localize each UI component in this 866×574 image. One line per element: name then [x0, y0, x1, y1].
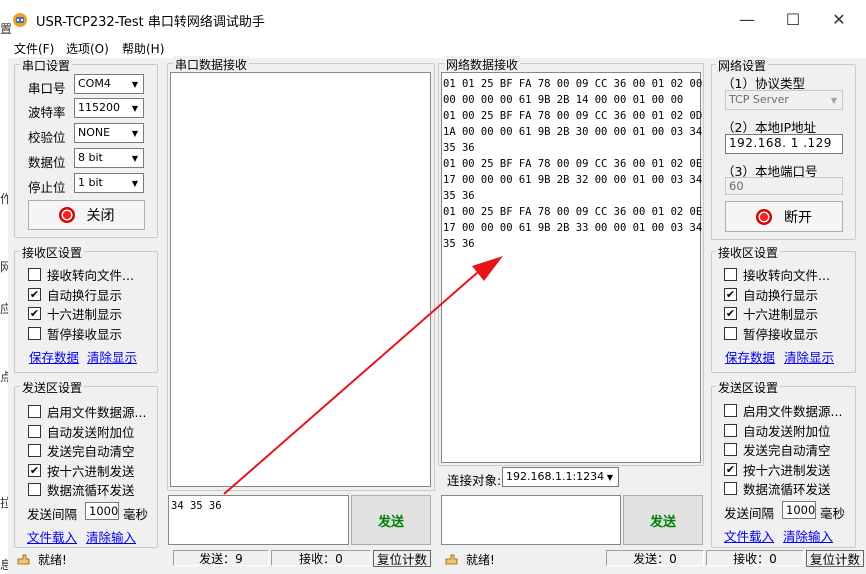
arrow-shaft — [223, 271, 479, 495]
annotation-arrow — [223, 256, 503, 495]
arrow-head — [472, 256, 503, 281]
